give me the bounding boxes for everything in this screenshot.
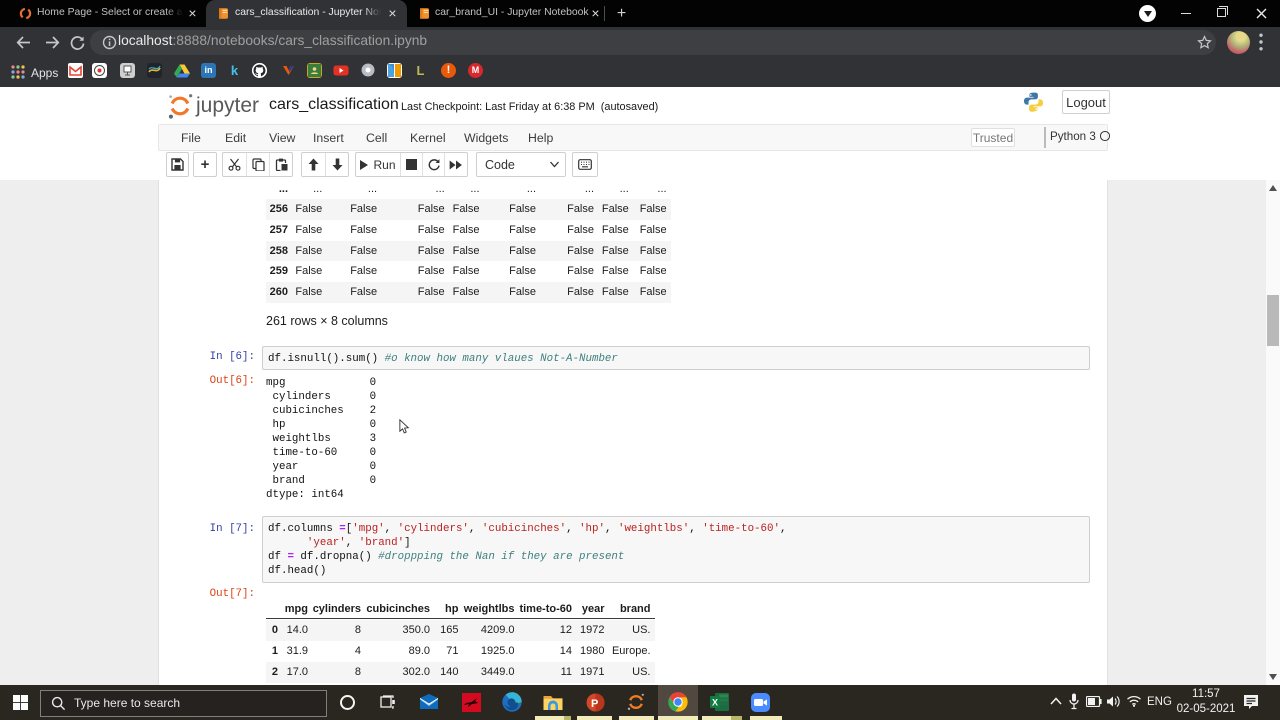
svg-text:P: P (591, 698, 598, 710)
svg-text:X: X (712, 698, 718, 708)
